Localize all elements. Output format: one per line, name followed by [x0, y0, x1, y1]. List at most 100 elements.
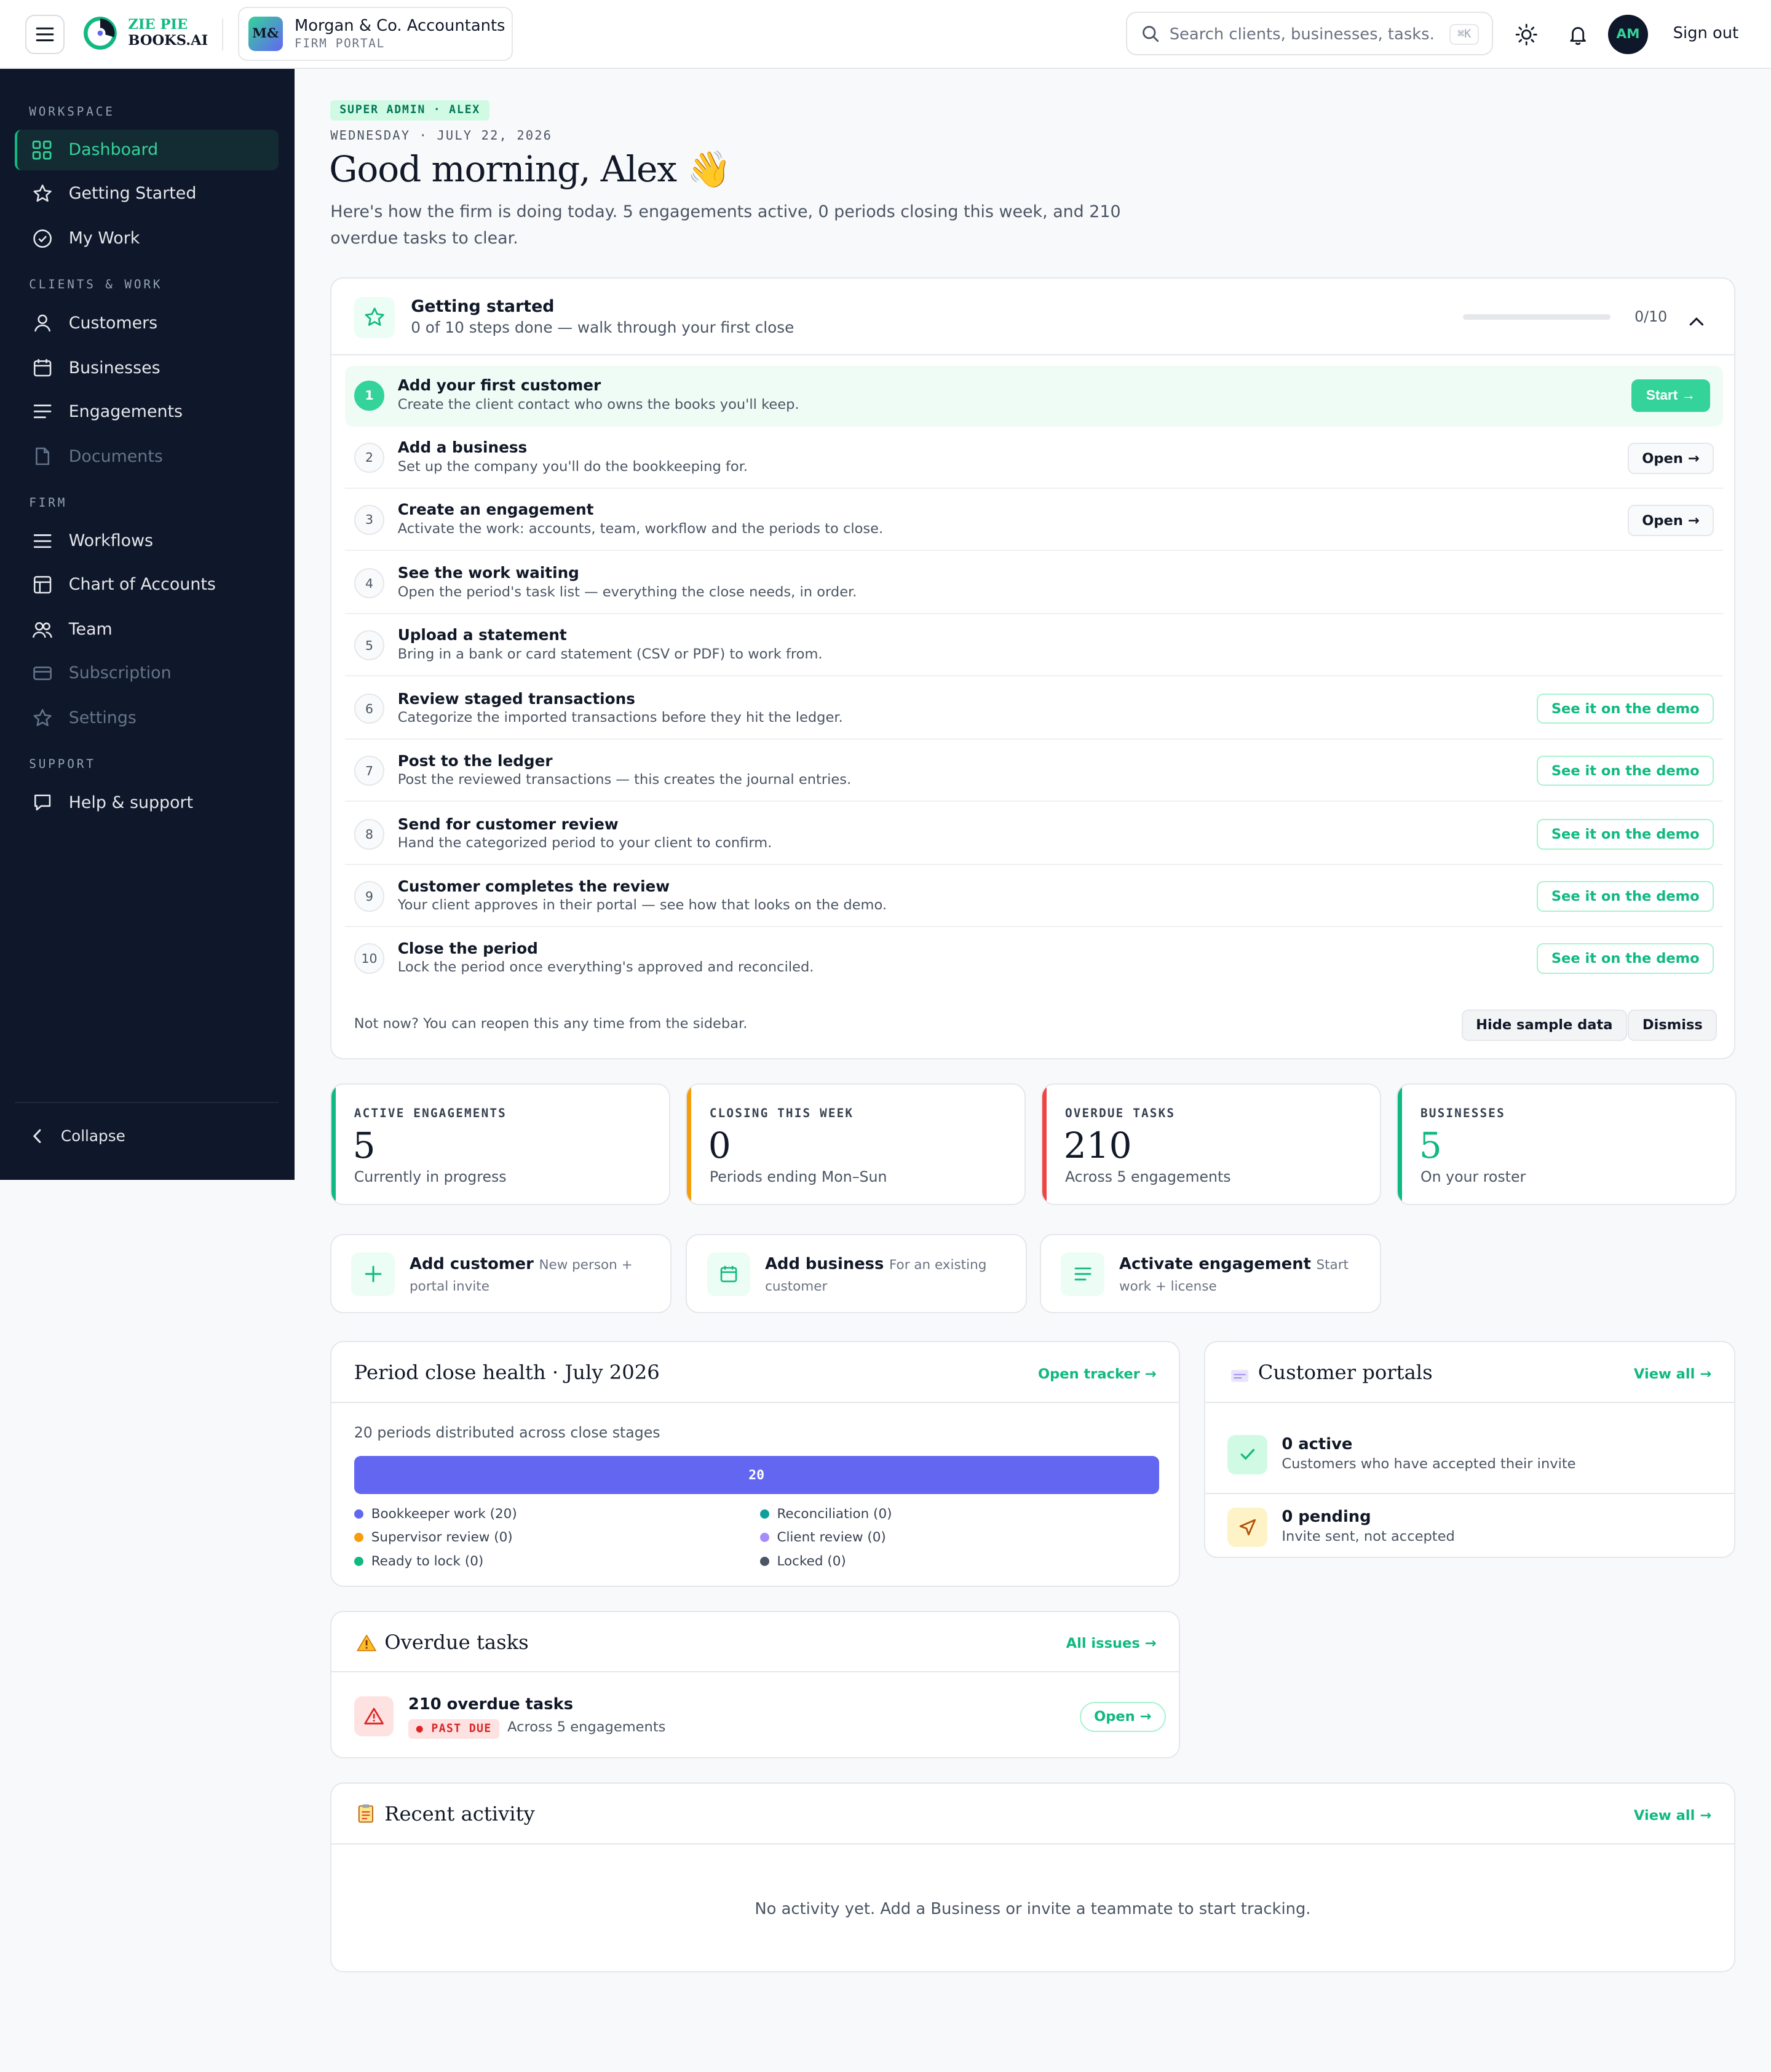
greeting-text: Good morning, Alex — [329, 148, 677, 190]
progress-count: 0/10 — [1634, 307, 1668, 325]
stat-accent — [687, 1085, 691, 1204]
overdue-tasks-card: Overdue tasks All issues → 210 overdue t… — [330, 1610, 1181, 1759]
sidebar-item-workflows[interactable]: Workflows — [15, 521, 279, 562]
overdue-subtitle: Across 5 engagements — [507, 1718, 666, 1735]
star-icon — [354, 297, 395, 338]
legend-dot — [759, 1557, 769, 1567]
all-issues-link[interactable]: All issues → — [1066, 1635, 1157, 1651]
star-icon — [32, 183, 53, 204]
portal-row-active: 0 active Customers who have accepted the… — [1205, 1419, 1734, 1495]
start-button[interactable]: Start → — [1631, 379, 1710, 413]
legend-label: Reconciliation (0) — [777, 1506, 892, 1522]
distribution-bar[interactable]: 20 — [354, 1456, 1159, 1495]
getting-started-header[interactable]: Getting started 0 of 10 steps done — wal… — [331, 279, 1734, 355]
stat-subtitle: Currently in progress — [354, 1168, 507, 1185]
step-row: 9 Customer completes the review Your cli… — [344, 867, 1724, 928]
stat-card-closing-this-week[interactable]: CLOSING THIS WEEK 0 Periods ending Mon–S… — [686, 1083, 1026, 1205]
open-button[interactable]: Open → — [1079, 1701, 1166, 1733]
sidebar-item-businesses[interactable]: Businesses — [15, 347, 279, 389]
getting-started-card: Getting started 0 of 10 steps done — wal… — [330, 277, 1735, 1060]
add-business-action[interactable]: Add business For an existing customer — [686, 1234, 1027, 1314]
sidebar-item-help[interactable]: Help & support — [15, 782, 279, 823]
calendar-icon — [707, 1252, 751, 1296]
demo-button[interactable]: See it on the demo — [1537, 694, 1714, 724]
menu-button[interactable] — [25, 14, 65, 55]
list-icon — [32, 401, 53, 422]
stat-label: ACTIVE ENGAGEMENTS — [354, 1105, 507, 1120]
sidebar-item-getting-started[interactable]: Getting Started — [15, 173, 279, 215]
logo[interactable]: ZIE PIE BOOKS.AI — [83, 16, 208, 50]
step-title: Customer completes the review — [397, 877, 670, 895]
sidebar: WORKSPACE Dashboard Getting Started My W… — [0, 68, 295, 1180]
progress-bar — [1462, 314, 1611, 320]
stat-card-overdue-tasks[interactable]: OVERDUE TASKS 210 Across 5 engagements — [1041, 1083, 1381, 1205]
legend-dot — [759, 1533, 769, 1543]
sidebar-item-settings[interactable]: Settings — [15, 698, 279, 739]
demo-button[interactable]: See it on the demo — [1537, 756, 1714, 786]
demo-button[interactable]: See it on the demo — [1537, 943, 1714, 974]
portal-count: 0 active — [1282, 1434, 1353, 1453]
sidebar-item-chart-of-accounts[interactable]: Chart of Accounts — [15, 564, 279, 606]
stat-value: 0 — [708, 1124, 731, 1166]
clipboard-icon — [359, 1804, 374, 1823]
step-row: 7 Post to the ledger Post the reviewed t… — [344, 741, 1724, 802]
demo-button[interactable]: See it on the demo — [1537, 819, 1714, 850]
firm-switcher[interactable]: M& Morgan & Co. Accountants FIRM PORTAL — [237, 6, 513, 61]
step-description: Bring in a bank or card statement (CSV o… — [397, 646, 823, 662]
legend-item: Locked (0) — [759, 1554, 846, 1569]
hide-sample-data-button[interactable]: Hide sample data — [1461, 1009, 1627, 1042]
view-all-link[interactable]: View all → — [1634, 1366, 1711, 1382]
sidebar-item-label: Workflows — [68, 531, 154, 551]
card-icon — [32, 663, 53, 684]
view-all-link[interactable]: View all → — [1634, 1808, 1711, 1824]
step-description: Categorize the imported transactions bef… — [397, 709, 843, 726]
hamburger-icon — [36, 27, 54, 42]
sidebar-item-team[interactable]: Team — [15, 609, 279, 650]
avatar[interactable]: AM — [1608, 14, 1648, 55]
section-workspace: WORKSPACE — [29, 104, 115, 119]
legend-dot — [354, 1533, 363, 1543]
collapse-toggle[interactable] — [1689, 308, 1705, 333]
portal-row-pending: 0 pending Invite sent, not accepted — [1205, 1492, 1734, 1567]
step-description: Set up the company you'll do the bookkee… — [397, 458, 748, 475]
sidebar-item-label: Dashboard — [68, 140, 159, 160]
theme-toggle-button[interactable] — [1513, 21, 1540, 47]
stat-card-businesses[interactable]: BUSINESSES 5 On your roster — [1397, 1083, 1737, 1205]
grid-icon — [31, 140, 52, 160]
add-customer-action[interactable]: Add customer New person + portal invite — [330, 1234, 672, 1314]
search-input[interactable] — [1169, 22, 1434, 47]
customer-portals-card: Customer portals View all → 0 active Cus… — [1203, 1341, 1735, 1558]
star-icon — [32, 708, 53, 729]
collapse-button[interactable]: Collapse — [32, 1127, 125, 1145]
table-icon — [32, 574, 53, 595]
sidebar-item-dashboard[interactable]: Dashboard — [14, 129, 279, 171]
panel-title: Period close health · July 2026 — [354, 1361, 660, 1385]
sidebar-item-my-work[interactable]: My Work — [15, 218, 279, 259]
open-tracker-link[interactable]: Open tracker → — [1038, 1366, 1157, 1382]
step-number: 1 — [354, 380, 385, 411]
notifications-button[interactable] — [1564, 21, 1591, 47]
stat-card-active-engagements[interactable]: ACTIVE ENGAGEMENTS 5 Currently in progre… — [330, 1083, 670, 1205]
step-description: Open the period's task list — everything… — [397, 583, 857, 600]
sidebar-item-documents[interactable]: Documents — [15, 436, 279, 477]
portal-icon — [1230, 1370, 1248, 1382]
sun-icon — [1515, 23, 1537, 45]
search-box[interactable]: ⌘K — [1125, 12, 1494, 56]
getting-started-subtitle: 0 of 10 steps done — walk through your f… — [411, 318, 794, 336]
step-row: 10 Close the period Lock the period once… — [345, 929, 1723, 990]
document-icon — [32, 446, 53, 467]
section-clients-work: CLIENTS & WORK — [29, 277, 163, 292]
dismiss-button[interactable]: Dismiss — [1628, 1009, 1718, 1042]
warning-icon — [357, 1635, 376, 1651]
sidebar-item-engagements[interactable]: Engagements — [15, 391, 279, 432]
open-button[interactable]: Open → — [1627, 504, 1714, 537]
step-row: 5 Upload a statement Bring in a bank or … — [344, 615, 1724, 677]
activate-engagement-action[interactable]: Activate engagement Start work + license — [1040, 1234, 1381, 1314]
legend-dot — [759, 1509, 769, 1519]
sign-out-link[interactable]: Sign out — [1673, 24, 1739, 42]
demo-button[interactable]: See it on the demo — [1537, 881, 1714, 912]
step-number: 6 — [354, 694, 385, 724]
sidebar-item-customers[interactable]: Customers — [15, 302, 279, 344]
open-button[interactable]: Open → — [1627, 442, 1714, 475]
sidebar-item-subscription[interactable]: Subscription — [15, 653, 279, 694]
